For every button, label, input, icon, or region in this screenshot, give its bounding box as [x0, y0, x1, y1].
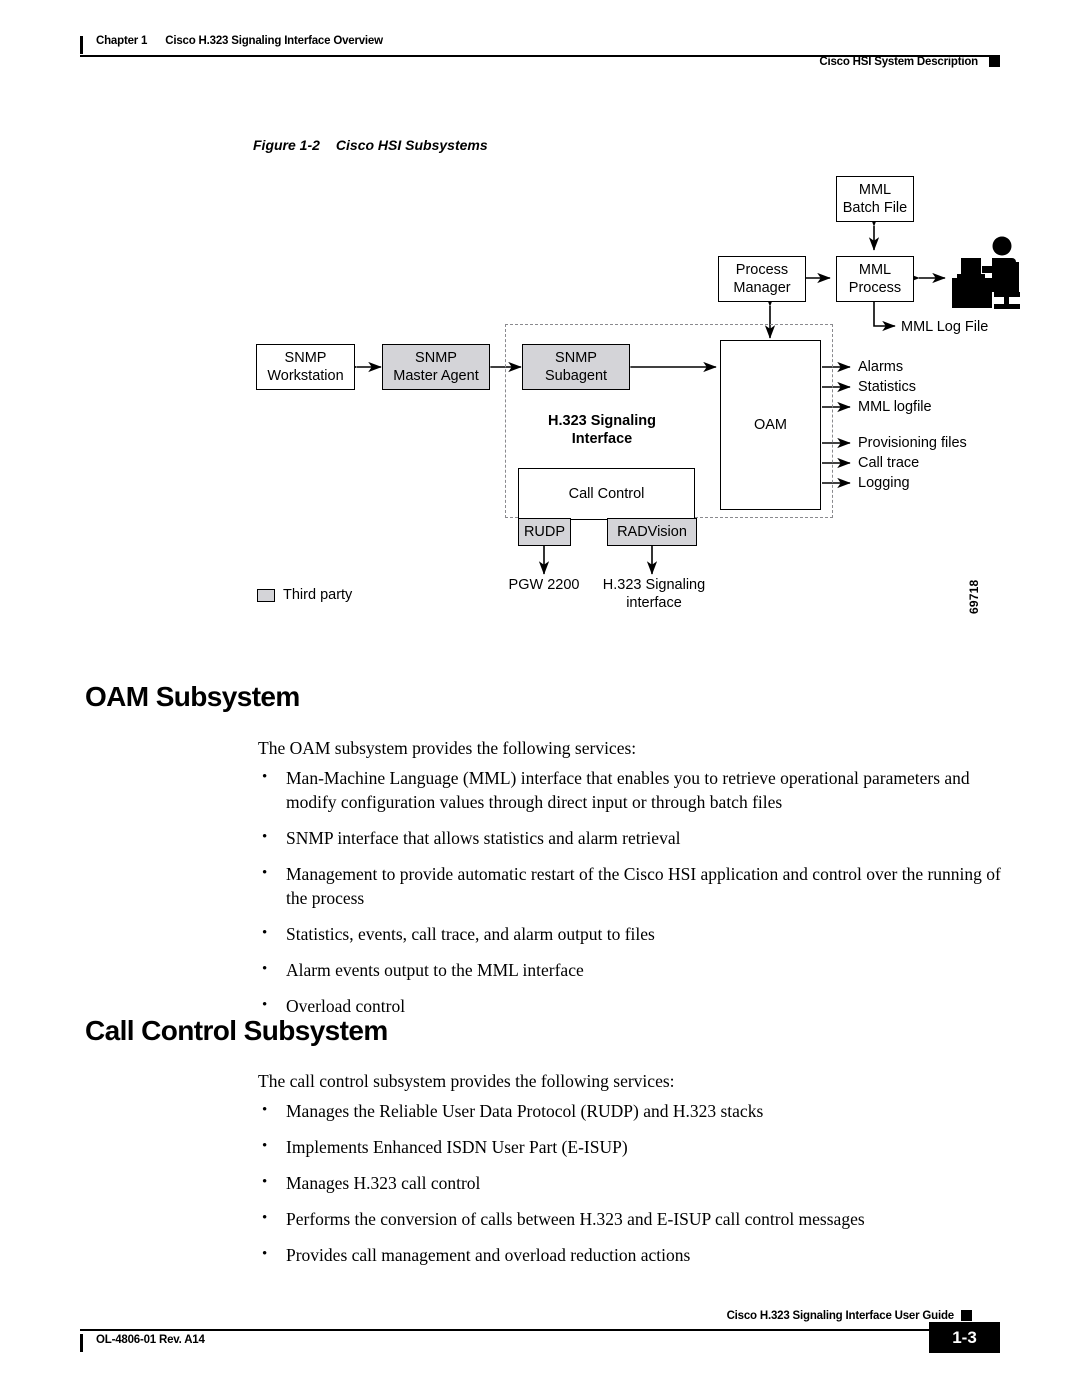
label-pgw-2200: PGW 2200: [508, 577, 580, 593]
box-mml-batch-file-line2: Batch File: [842, 200, 908, 216]
box-mml-process: MML Process: [836, 256, 914, 302]
bullet-item: Provides call management and overload re…: [258, 1242, 1023, 1267]
bullet-list-call-control-subsystem: Manages the Reliable User Data Protocol …: [258, 1098, 1023, 1279]
figure-id-number: 69718: [967, 579, 981, 614]
box-rudp-label: RUDP: [523, 524, 566, 540]
box-snmp-workstation-line1: SNMP: [284, 350, 327, 366]
label-output-provisioning-files: Provisioning files: [858, 435, 967, 451]
label-output-alarms: Alarms: [858, 359, 904, 375]
label-h323-signaling-interface-endpoint: H.323 Signaling interface: [592, 576, 716, 612]
label-output-statistics: Statistics: [858, 379, 917, 395]
box-process-manager-line1: Process: [735, 262, 789, 278]
footer-doc-id: OL-4806-01 Rev. A14: [96, 1334, 205, 1346]
bullet-item: Performs the conversion of calls between…: [258, 1206, 1023, 1231]
box-process-manager: Process Manager: [718, 256, 806, 302]
box-snmp-master-agent-line1: SNMP: [415, 350, 457, 366]
footer-page-number: 1-3: [929, 1322, 1000, 1353]
box-snmp-subagent: SNMP Subagent: [522, 344, 630, 390]
bullet-item: Manages H.323 call control: [258, 1170, 1023, 1195]
box-mml-process-line2: Process: [848, 280, 902, 296]
intro-call-control-subsystem: The call control subsystem provides the …: [258, 1071, 675, 1091]
footer-square-marker: [961, 1310, 972, 1321]
bullet-item: Implements Enhanced ISDN User Part (E-IS…: [258, 1134, 1023, 1159]
box-mml-batch-file-line1: MML: [858, 182, 892, 198]
intro-oam-subsystem: The OAM subsystem provides the following…: [258, 738, 637, 758]
label-h323-signaling-interface-line1: H.323 Signaling: [548, 413, 656, 429]
label-h323-signaling-interface-line2: Interface: [571, 431, 633, 447]
bullet-item: Manages the Reliable User Data Protocol …: [258, 1098, 1023, 1123]
page-footer: Cisco H.323 Signaling Interface User Gui…: [80, 1310, 1000, 1370]
box-snmp-subagent-line1: SNMP: [555, 350, 597, 366]
figure-cisco-hsi-subsystems: MML Batch File Process Manager MML Proce…: [0, 0, 1080, 640]
label-output-mml-logfile: MML logfile: [858, 399, 932, 415]
label-output-call-trace: Call trace: [858, 455, 920, 471]
label-h323-signaling-interface: H.323 Signaling Interface: [522, 412, 682, 448]
label-h323-endpoint-line2: interface: [626, 595, 682, 611]
box-snmp-master-agent-line2: Master Agent: [393, 368, 479, 384]
heading-call-control-subsystem: Call Control Subsystem: [85, 1015, 388, 1046]
label-mml-log-file: MML Log File: [901, 319, 989, 335]
bullet-item: SNMP interface that allows statistics an…: [258, 825, 1023, 850]
box-process-manager-line2: Manager: [733, 280, 791, 296]
box-mml-process-line1: MML: [858, 262, 892, 278]
footer-rule: [80, 1329, 963, 1331]
box-oam: OAM: [720, 340, 821, 510]
box-radvision: RADVision: [607, 518, 697, 546]
box-call-control-label: Call Control: [568, 486, 645, 502]
legend-third-party-label: Third party: [283, 587, 353, 603]
bullet-item: Statistics, events, call trace, and alar…: [258, 921, 1023, 946]
box-snmp-master-agent: SNMP Master Agent: [382, 344, 490, 390]
box-snmp-workstation: SNMP Workstation: [256, 344, 355, 390]
box-mml-batch-file: MML Batch File: [836, 176, 914, 222]
footer-guide-title: Cisco H.323 Signaling Interface User Gui…: [726, 1310, 955, 1322]
bullet-item: Alarm events output to the MML interface: [258, 957, 1023, 982]
footer-tick-mark: [80, 1334, 83, 1352]
box-snmp-workstation-line2: Workstation: [267, 368, 344, 384]
box-call-control: Call Control: [518, 468, 695, 520]
label-h323-endpoint-line1: H.323 Signaling: [602, 577, 706, 593]
box-oam-label: OAM: [753, 417, 788, 433]
bullet-item: Management to provide automatic restart …: [258, 861, 1023, 910]
user-at-workstation-icon: [952, 236, 1020, 309]
box-radvision-label: RADVision: [617, 524, 687, 540]
bullet-list-oam-subsystem: Man-Machine Language (MML) interface tha…: [258, 765, 1023, 1030]
legend-third-party-swatch: [257, 589, 275, 602]
heading-oam-subsystem: OAM Subsystem: [85, 681, 300, 712]
bullet-item: Man-Machine Language (MML) interface tha…: [258, 765, 1023, 814]
label-output-logging: Logging: [858, 475, 910, 491]
box-snmp-subagent-line2: Subagent: [544, 368, 608, 384]
box-rudp: RUDP: [518, 518, 571, 546]
